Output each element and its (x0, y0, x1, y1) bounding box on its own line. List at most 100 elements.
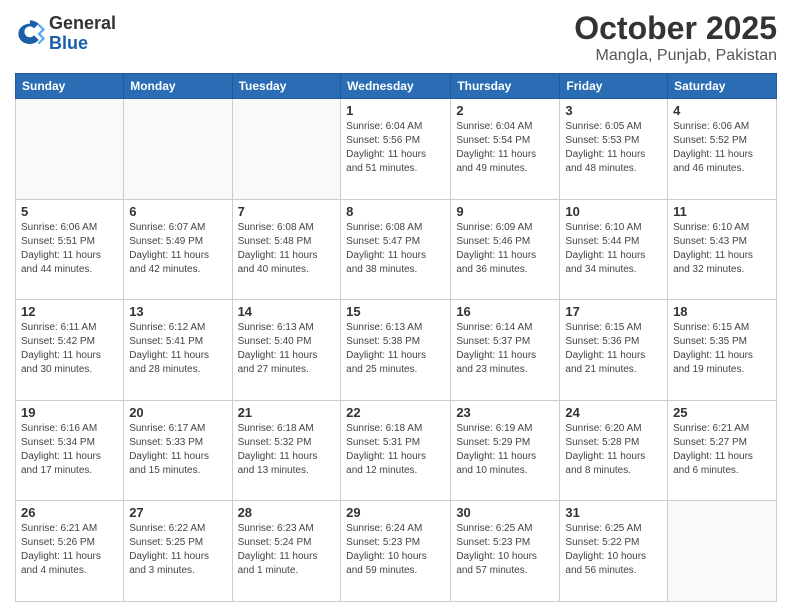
day-info: Sunrise: 6:08 AM Sunset: 5:47 PM Dayligh… (346, 221, 445, 277)
header: General Blue October 2025 Mangla, Punjab… (15, 10, 777, 65)
day-number: 18 (673, 304, 771, 319)
day-header-wednesday: Wednesday (341, 74, 451, 99)
day-cell-10: 10Sunrise: 6:10 AM Sunset: 5:44 PM Dayli… (560, 199, 668, 300)
day-cell-14: 14 Sunrise: 6:13 AM Sunset: 5:40 PM Dayli… (232, 300, 341, 401)
day-info: Sunrise: 6:14 AM Sunset: 5:37 PM Dayligh… (456, 321, 554, 377)
day-cell-13: 13 Sunrise: 6:12 AM Sunset: 5:41 PM Dayli… (124, 300, 232, 401)
day-cell-26: 26 Sunrise: 6:21 AM Sunset: 5:26 PM Dayli… (16, 501, 124, 602)
day-info: Sunrise: 6:13 AM Sunset: 5:40 PM Dayligh… (238, 321, 336, 377)
day-cell-1: 1 Sunrise: 6:04 AM Sunset: 5:56 PM Daylig… (341, 99, 451, 200)
day-number: 28 (238, 505, 336, 520)
day-info: Sunrise: 6:06 AM Sunset: 5:52 PM Dayligh… (673, 120, 771, 176)
day-cell-empty-0-2 (232, 99, 341, 200)
day-info: Sunrise: 6:21 AM Sunset: 5:27 PM Dayligh… (673, 422, 771, 478)
page: General Blue October 2025 Mangla, Punjab… (0, 0, 792, 612)
day-info: Sunrise: 6:08 AM Sunset: 5:48 PM Dayligh… (238, 221, 336, 277)
day-info: Sunrise: 6:24 AM Sunset: 5:23 PM Dayligh… (346, 522, 445, 578)
day-cell-18: 18 Sunrise: 6:15 AM Sunset: 5:35 PM Dayli… (668, 300, 777, 401)
day-number: 25 (673, 405, 771, 420)
day-cell-8: 8Sunrise: 6:08 AM Sunset: 5:47 PM Daylig… (341, 199, 451, 300)
day-header-friday: Friday (560, 74, 668, 99)
day-number: 16 (456, 304, 554, 319)
day-cell-16: 16 Sunrise: 6:14 AM Sunset: 5:37 PM Dayli… (451, 300, 560, 401)
day-info: Sunrise: 6:25 AM Sunset: 5:22 PM Dayligh… (565, 522, 662, 578)
day-cell-15: 15Sunrise: 6:13 AM Sunset: 5:38 PM Dayli… (341, 300, 451, 401)
day-info: Sunrise: 6:19 AM Sunset: 5:29 PM Dayligh… (456, 422, 554, 478)
title-section: October 2025 Mangla, Punjab, Pakistan (574, 10, 777, 65)
day-info: Sunrise: 6:11 AM Sunset: 5:42 PM Dayligh… (21, 321, 118, 377)
day-cell-12: 12 Sunrise: 6:11 AM Sunset: 5:42 PM Dayli… (16, 300, 124, 401)
day-number: 19 (21, 405, 118, 420)
day-number: 2 (456, 103, 554, 118)
day-info: Sunrise: 6:18 AM Sunset: 5:31 PM Dayligh… (346, 422, 445, 478)
calendar-subtitle: Mangla, Punjab, Pakistan (574, 47, 777, 65)
logo-general: General (49, 14, 116, 34)
day-cell-9: 9 Sunrise: 6:09 AM Sunset: 5:46 PM Daylig… (451, 199, 560, 300)
day-header-monday: Monday (124, 74, 232, 99)
day-cell-21: 21 Sunrise: 6:18 AM Sunset: 5:32 PM Dayli… (232, 400, 341, 501)
day-info: Sunrise: 6:04 AM Sunset: 5:56 PM Dayligh… (346, 120, 445, 176)
day-cell-17: 17 Sunrise: 6:15 AM Sunset: 5:36 PM Dayli… (560, 300, 668, 401)
day-number: 9 (456, 204, 554, 219)
day-number: 29 (346, 505, 445, 520)
day-info: Sunrise: 6:07 AM Sunset: 5:49 PM Dayligh… (129, 221, 226, 277)
day-number: 4 (673, 103, 771, 118)
day-number: 5 (21, 204, 118, 219)
day-number: 27 (129, 505, 226, 520)
day-info: Sunrise: 6:18 AM Sunset: 5:32 PM Dayligh… (238, 422, 336, 478)
day-number: 22 (346, 405, 445, 420)
day-number: 7 (238, 204, 336, 219)
day-number: 21 (238, 405, 336, 420)
calendar-table: SundayMondayTuesdayWednesdayThursdayFrid… (15, 73, 777, 602)
day-number: 30 (456, 505, 554, 520)
day-info: Sunrise: 6:25 AM Sunset: 5:23 PM Dayligh… (456, 522, 554, 578)
day-info: Sunrise: 6:15 AM Sunset: 5:35 PM Dayligh… (673, 321, 771, 377)
day-cell-empty-0-0 (16, 99, 124, 200)
day-header-thursday: Thursday (451, 74, 560, 99)
day-cell-31: 31Sunrise: 6:25 AM Sunset: 5:22 PM Dayli… (560, 501, 668, 602)
day-header-sunday: Sunday (16, 74, 124, 99)
day-cell-22: 22 Sunrise: 6:18 AM Sunset: 5:31 PM Dayli… (341, 400, 451, 501)
day-cell-7: 7 Sunrise: 6:08 AM Sunset: 5:48 PM Daylig… (232, 199, 341, 300)
day-cell-29: 29 Sunrise: 6:24 AM Sunset: 5:23 PM Dayli… (341, 501, 451, 602)
day-info: Sunrise: 6:09 AM Sunset: 5:46 PM Dayligh… (456, 221, 554, 277)
day-cell-4: 4 Sunrise: 6:06 AM Sunset: 5:52 PM Daylig… (668, 99, 777, 200)
day-cell-30: 30 Sunrise: 6:25 AM Sunset: 5:23 PM Dayli… (451, 501, 560, 602)
day-cell-20: 20 Sunrise: 6:17 AM Sunset: 5:33 PM Dayli… (124, 400, 232, 501)
logo-blue: Blue (49, 34, 116, 54)
day-info: Sunrise: 6:15 AM Sunset: 5:36 PM Dayligh… (565, 321, 662, 377)
logo-icon (15, 19, 45, 49)
day-number: 3 (565, 103, 662, 118)
day-cell-25: 25 Sunrise: 6:21 AM Sunset: 5:27 PM Dayli… (668, 400, 777, 501)
week-row-1: 1 Sunrise: 6:04 AM Sunset: 5:56 PM Daylig… (16, 99, 777, 200)
day-info: Sunrise: 6:22 AM Sunset: 5:25 PM Dayligh… (129, 522, 226, 578)
day-info: Sunrise: 6:16 AM Sunset: 5:34 PM Dayligh… (21, 422, 118, 478)
day-info: Sunrise: 6:17 AM Sunset: 5:33 PM Dayligh… (129, 422, 226, 478)
day-number: 12 (21, 304, 118, 319)
day-header-tuesday: Tuesday (232, 74, 341, 99)
week-row-5: 26 Sunrise: 6:21 AM Sunset: 5:26 PM Dayli… (16, 501, 777, 602)
day-cell-23: 23Sunrise: 6:19 AM Sunset: 5:29 PM Dayli… (451, 400, 560, 501)
day-info: Sunrise: 6:12 AM Sunset: 5:41 PM Dayligh… (129, 321, 226, 377)
day-number: 13 (129, 304, 226, 319)
day-info: Sunrise: 6:20 AM Sunset: 5:28 PM Dayligh… (565, 422, 662, 478)
day-info: Sunrise: 6:10 AM Sunset: 5:44 PM Dayligh… (565, 221, 662, 277)
day-number: 26 (21, 505, 118, 520)
day-number: 6 (129, 204, 226, 219)
day-info: Sunrise: 6:05 AM Sunset: 5:53 PM Dayligh… (565, 120, 662, 176)
day-cell-19: 19 Sunrise: 6:16 AM Sunset: 5:34 PM Dayli… (16, 400, 124, 501)
day-number: 14 (238, 304, 336, 319)
day-info: Sunrise: 6:04 AM Sunset: 5:54 PM Dayligh… (456, 120, 554, 176)
day-info: Sunrise: 6:06 AM Sunset: 5:51 PM Dayligh… (21, 221, 118, 277)
day-cell-empty-0-1 (124, 99, 232, 200)
calendar-title: October 2025 (574, 10, 777, 47)
day-info: Sunrise: 6:21 AM Sunset: 5:26 PM Dayligh… (21, 522, 118, 578)
week-row-4: 19 Sunrise: 6:16 AM Sunset: 5:34 PM Dayli… (16, 400, 777, 501)
day-cell-28: 28 Sunrise: 6:23 AM Sunset: 5:24 PM Dayli… (232, 501, 341, 602)
logo-text: General Blue (49, 14, 116, 54)
day-number: 20 (129, 405, 226, 420)
day-number: 1 (346, 103, 445, 118)
day-number: 17 (565, 304, 662, 319)
day-info: Sunrise: 6:10 AM Sunset: 5:43 PM Dayligh… (673, 221, 771, 277)
day-info: Sunrise: 6:23 AM Sunset: 5:24 PM Dayligh… (238, 522, 336, 578)
